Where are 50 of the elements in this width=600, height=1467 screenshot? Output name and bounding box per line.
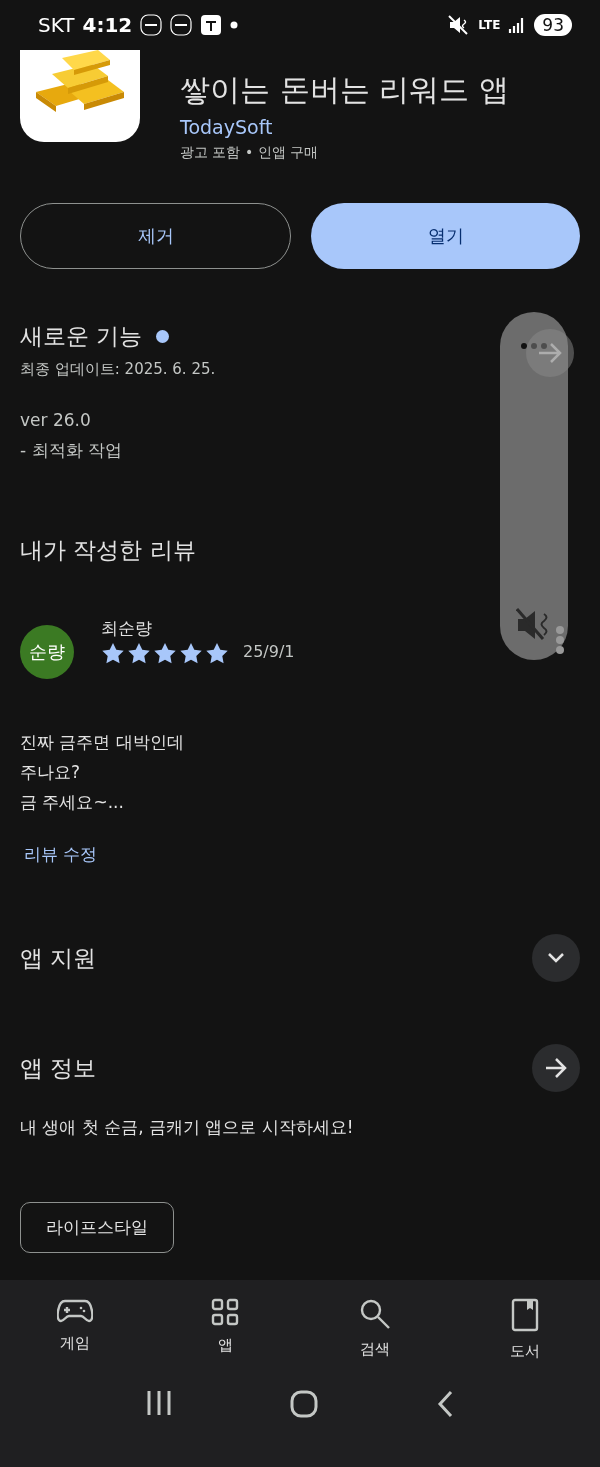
- app-meta: 광고 포함 • 인앱 구매: [180, 144, 320, 162]
- arrow-right-icon: [545, 1058, 567, 1078]
- arrow-button[interactable]: [532, 1044, 580, 1092]
- back-button[interactable]: [436, 1390, 454, 1418]
- open-button[interactable]: 열기: [311, 203, 580, 269]
- apps-grid-icon: [211, 1298, 239, 1326]
- expand-button[interactable]: [532, 934, 580, 982]
- avatar: 순량: [20, 625, 74, 679]
- home-button[interactable]: [290, 1390, 318, 1418]
- nav-tab[interactable]: 검색: [300, 1280, 450, 1380]
- review-author: 최순량: [101, 616, 153, 640]
- recent-apps-button[interactable]: [146, 1390, 172, 1416]
- star-icon: [153, 641, 177, 664]
- review-date: 25/9/1: [243, 642, 295, 661]
- clock: 4:12: [82, 13, 133, 37]
- chevron-down-icon: [547, 952, 565, 964]
- section-title: 새로운 기능: [20, 322, 143, 351]
- release-note: - 최적화 작업: [20, 439, 123, 462]
- app-description: 내 생애 첫 순금, 금캐기 앱으로 시작하세요!: [20, 1116, 355, 1139]
- star-icon: [127, 641, 151, 664]
- release-note: ver 26.0: [20, 409, 92, 432]
- section-title: 앱 지원: [20, 943, 97, 973]
- nav-tab[interactable]: 게임: [0, 1280, 150, 1380]
- network-type: LTE: [478, 18, 501, 32]
- section-title: 앱 정보: [20, 1053, 97, 1083]
- more-icon: [520, 342, 548, 350]
- star-icon: [205, 641, 229, 664]
- book-icon: [511, 1298, 539, 1332]
- section-title: 내가 작성한 리뷰: [20, 536, 196, 565]
- notification-icon: [170, 14, 193, 36]
- nav-tab[interactable]: 앱: [150, 1280, 300, 1380]
- developer-link[interactable]: TodaySoft: [180, 116, 509, 138]
- edit-review-link[interactable]: 리뷰 수정: [20, 843, 102, 866]
- pay-icon: [200, 14, 223, 36]
- handle-icon[interactable]: [555, 625, 565, 655]
- carrier: SKT: [38, 13, 75, 37]
- star-icon: [101, 641, 125, 664]
- category-chip[interactable]: 라이프스타일: [20, 1202, 174, 1253]
- review-text: 금 주세요~...: [20, 791, 125, 814]
- notification-icon: [140, 14, 163, 36]
- star-icon: [179, 641, 203, 664]
- battery-level: 93: [534, 14, 572, 36]
- search-icon: [359, 1298, 391, 1330]
- dot-icon: [230, 21, 239, 29]
- review-text: 주나요?: [20, 761, 82, 784]
- review-text: 진짜 금주면 대박인데: [20, 731, 185, 754]
- gamepad-icon: [57, 1298, 93, 1324]
- nav-tab[interactable]: 도서: [450, 1280, 600, 1380]
- update-date: 최종 업데이트: 2025. 6. 25.: [20, 360, 217, 379]
- app-title: 쌓이는 돈버는 리워드 앱: [180, 71, 509, 109]
